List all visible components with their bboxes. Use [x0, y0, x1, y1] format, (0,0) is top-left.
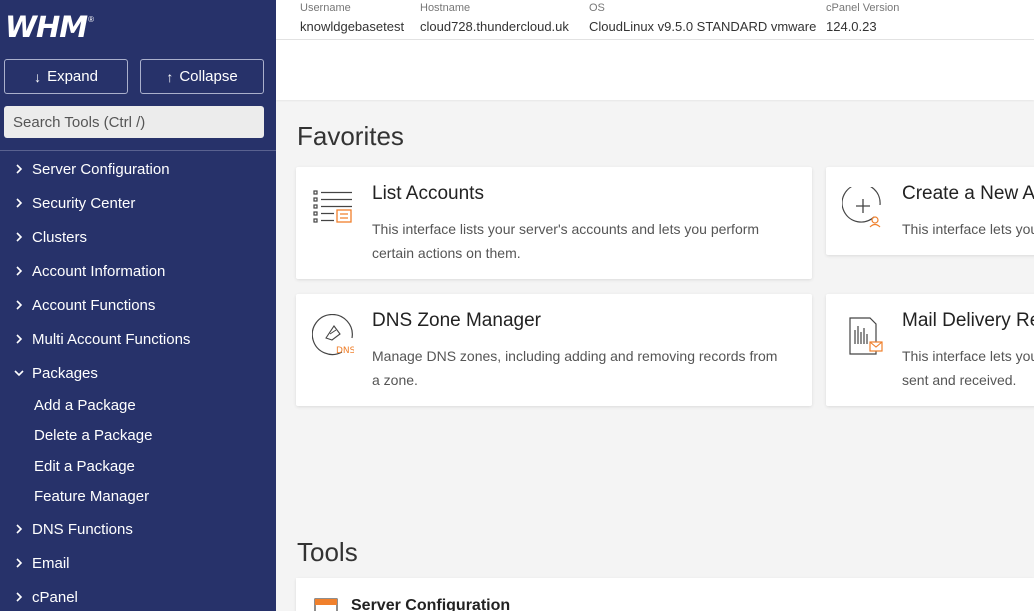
favorites-title: Favorites — [297, 121, 404, 151]
info-label: cPanel Version — [826, 2, 900, 14]
expand-button[interactable]: ↓ Expand — [4, 59, 128, 94]
search-wrapper — [4, 106, 264, 138]
nav-server-configuration[interactable]: Server Configuration — [0, 152, 276, 186]
tools-group-label: Server Configuration — [351, 597, 511, 611]
nav-sub-delete-package[interactable]: Delete a Package — [0, 421, 276, 452]
nav-label: Email — [32, 554, 70, 572]
dns-icon: DNS — [311, 313, 356, 356]
chevron-right-icon — [12, 556, 26, 570]
nav-sub-label: Add a Package — [34, 396, 136, 414]
nav-label: Multi Account Functions — [32, 330, 191, 348]
logo-registered-mark: ® — [88, 15, 95, 24]
nav-label: cPanel — [32, 588, 78, 606]
tools-title: Tools — [297, 537, 358, 567]
arrow-up-icon: ↑ — [166, 68, 174, 85]
info-cpanel-version: cPanel Version 124.0.23 — [826, 0, 899, 35]
sidebar-divider — [0, 150, 276, 151]
server-configuration-icon — [314, 598, 338, 611]
favorite-card-list-accounts[interactable]: List Accounts This interface lists your … — [296, 167, 812, 279]
nav-multi-account-functions[interactable]: Multi Account Functions — [0, 322, 276, 356]
nav-packages[interactable]: Packages — [0, 356, 276, 390]
plus-circle-icon — [841, 183, 884, 229]
chevron-right-icon — [12, 230, 26, 244]
card-description: This interface lets you create a new acc… — [902, 221, 1034, 237]
expand-label: Expand — [47, 68, 98, 85]
nav-sub-label: Feature Manager — [34, 488, 150, 506]
search-tools-input[interactable] — [4, 106, 264, 138]
chevron-right-icon — [12, 264, 26, 278]
sidebar: WHM ® ↓ Expand ↑ Collapse Server Configu… — [0, 0, 276, 611]
server-info-bar: Username knowldgebasetest Hostname cloud… — [276, 0, 1034, 40]
info-value: knowldgebasetest — [300, 19, 405, 34]
nav-sub-edit-package[interactable]: Edit a Package — [0, 451, 276, 482]
card-description: Manage DNS zones, including adding and r… — [372, 348, 778, 388]
nav-dns-functions[interactable]: DNS Functions — [0, 512, 276, 546]
nav-label: Packages — [32, 364, 98, 382]
nav-sub-add-package[interactable]: Add a Package — [0, 390, 276, 421]
card-title: List Accounts — [372, 183, 484, 204]
nav-email[interactable]: Email — [0, 546, 276, 580]
sidebar-nav: Server Configuration Security Center Clu… — [0, 152, 276, 611]
info-value: cloud728.thundercloud.uk — [420, 19, 569, 34]
chevron-down-icon — [12, 366, 26, 380]
whm-logo[interactable]: WHM ® — [5, 11, 94, 43]
info-value: CloudLinux v9.5.0 STANDARD vmware — [589, 19, 817, 34]
arrow-down-icon: ↓ — [34, 68, 42, 85]
chevron-right-icon — [12, 590, 26, 604]
info-value: 124.0.23 — [826, 19, 877, 34]
nav-account-functions[interactable]: Account Functions — [0, 288, 276, 322]
nav-label: Security Center — [32, 194, 136, 212]
chevron-right-icon — [12, 332, 26, 346]
nav-sub-label: Edit a Package — [34, 457, 135, 475]
nav-label: DNS Functions — [32, 520, 133, 538]
chevron-right-icon — [12, 522, 26, 536]
nav-label: Server Configuration — [32, 160, 170, 178]
nav-label: Clusters — [32, 228, 88, 246]
nav-clusters[interactable]: Clusters — [0, 220, 276, 254]
chevron-right-icon — [12, 162, 26, 176]
nav-security-center[interactable]: Security Center — [0, 186, 276, 220]
chevron-right-icon — [12, 196, 26, 210]
card-description: This interface lets you view reports for… — [902, 348, 1034, 388]
nav-label: Account Functions — [32, 296, 156, 314]
favorite-card-dns-zone-manager[interactable]: DNS DNS Zone Manager Manage DNS zones, i… — [296, 294, 812, 406]
info-label: Hostname — [420, 2, 471, 14]
tools-group-server-configuration[interactable]: Server Configuration — [296, 578, 1034, 611]
nav-cpanel[interactable]: cPanel — [0, 580, 276, 611]
chevron-right-icon — [12, 298, 26, 312]
list-accounts-icon — [312, 187, 354, 229]
nav-label: Account Information — [32, 262, 166, 280]
card-description: This interface lists your server's accou… — [372, 221, 760, 261]
expand-collapse-group: ↓ Expand ↑ Collapse — [4, 59, 264, 94]
logo-text: WHM — [5, 10, 88, 44]
info-label: OS — [589, 2, 605, 14]
collapse-button[interactable]: ↑ Collapse — [140, 59, 264, 94]
nav-sub-label: Delete a Package — [34, 427, 153, 445]
header-spacer — [276, 40, 1034, 100]
favorite-card-create-account[interactable]: Create a New Account This interface lets… — [826, 167, 1034, 255]
info-label: Username — [300, 2, 351, 14]
collapse-label: Collapse — [179, 68, 238, 85]
svg-text:DNS: DNS — [336, 346, 354, 356]
nav-account-information[interactable]: Account Information — [0, 254, 276, 288]
card-title: DNS Zone Manager — [372, 310, 541, 331]
info-os: OS CloudLinux v9.5.0 STANDARD vmware — [589, 0, 816, 35]
card-title: Mail Delivery Reports — [902, 310, 1034, 331]
info-username: Username knowldgebasetest — [300, 0, 404, 35]
nav-sub-feature-manager[interactable]: Feature Manager — [0, 482, 276, 513]
info-hostname: Hostname cloud728.thundercloud.uk — [420, 0, 569, 35]
mail-report-icon — [842, 314, 884, 356]
card-title: Create a New Account — [902, 183, 1034, 204]
favorite-card-mail-delivery-reports[interactable]: Mail Delivery Reports This interface let… — [826, 294, 1034, 406]
